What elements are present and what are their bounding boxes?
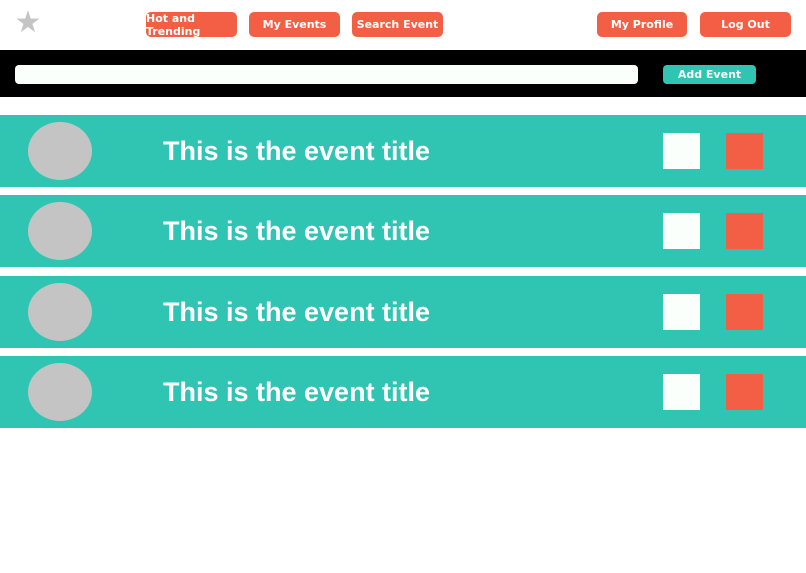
star-icon[interactable]: ★ <box>14 8 42 38</box>
event-action-red[interactable] <box>726 133 763 169</box>
event-title: This is the event title <box>163 377 431 407</box>
event-action-red[interactable] <box>726 294 763 330</box>
my-profile-button[interactable]: My Profile <box>597 12 687 37</box>
event-avatar <box>28 122 92 180</box>
log-out-button[interactable]: Log Out <box>700 12 791 37</box>
event-toolbar: Add Event <box>0 50 806 97</box>
app-page: ★ Hot and Trending My Events Search Even… <box>0 0 806 573</box>
event-avatar <box>28 202 92 260</box>
event-action-red[interactable] <box>726 213 763 249</box>
event-row[interactable]: This is the event title <box>0 195 806 267</box>
top-nav: ★ Hot and Trending My Events Search Even… <box>0 0 806 50</box>
event-title: This is the event title <box>163 297 431 327</box>
my-events-button[interactable]: My Events <box>249 12 340 37</box>
event-avatar <box>28 283 92 341</box>
add-event-button[interactable]: Add Event <box>663 65 756 84</box>
event-avatar <box>28 363 92 421</box>
event-row[interactable]: This is the event title <box>0 115 806 187</box>
event-title: This is the event title <box>163 136 431 166</box>
event-search-input[interactable] <box>15 65 638 84</box>
search-event-button[interactable]: Search Event <box>352 12 443 37</box>
event-action-red[interactable] <box>726 374 763 410</box>
event-action-white[interactable] <box>663 374 700 410</box>
event-action-white[interactable] <box>663 294 700 330</box>
hot-and-trending-button[interactable]: Hot and Trending <box>146 12 237 38</box>
event-title: This is the event title <box>163 216 431 246</box>
event-row[interactable]: This is the event title <box>0 276 806 348</box>
event-action-white[interactable] <box>663 133 700 169</box>
event-row[interactable]: This is the event title <box>0 356 806 428</box>
event-action-white[interactable] <box>663 213 700 249</box>
